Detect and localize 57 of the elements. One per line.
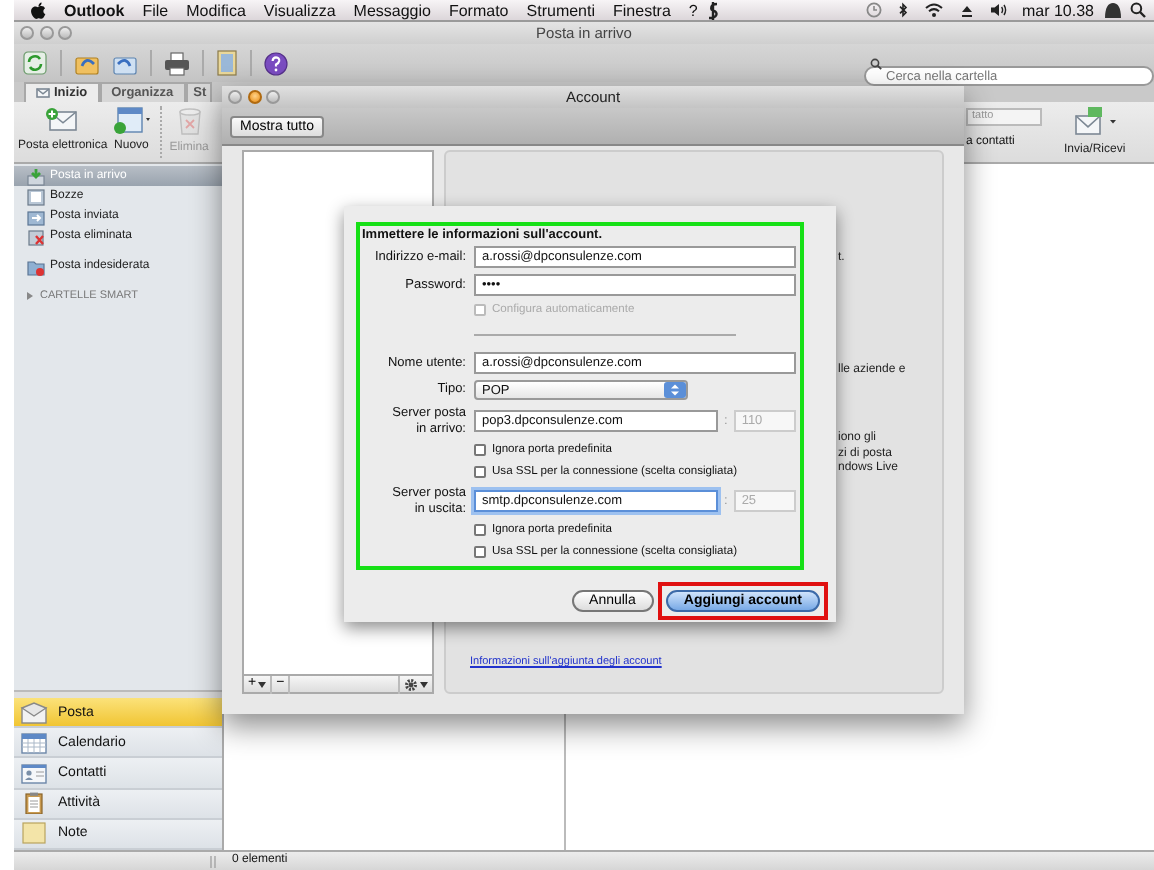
note-icon bbox=[20, 822, 48, 845]
new-item-icon bbox=[111, 106, 152, 134]
inbox-icon bbox=[26, 167, 46, 185]
checkbox[interactable] bbox=[474, 524, 486, 536]
script-icon[interactable] bbox=[706, 1, 721, 19]
draft-folder-icon bbox=[26, 187, 46, 205]
print-button[interactable] bbox=[164, 51, 190, 75]
sync-button[interactable] bbox=[22, 50, 48, 76]
menu-item[interactable]: Visualizza bbox=[254, 1, 345, 19]
undo-icon bbox=[74, 51, 100, 75]
send-receive-icon bbox=[1070, 106, 1119, 138]
reply-icon bbox=[112, 51, 138, 75]
junk-folder-icon bbox=[26, 257, 46, 275]
menu-item[interactable]: Finestra bbox=[604, 1, 680, 19]
gear-menu-button[interactable] bbox=[398, 675, 432, 693]
caret-icon bbox=[420, 681, 428, 687]
menu-item[interactable]: Modifica bbox=[177, 1, 255, 19]
menu-item[interactable]: Messaggio bbox=[344, 1, 440, 19]
wifi-icon[interactable] bbox=[923, 2, 944, 18]
help-button[interactable] bbox=[264, 51, 288, 75]
trash-icon bbox=[175, 106, 204, 136]
contact-card-icon bbox=[20, 762, 48, 785]
apple-icon[interactable] bbox=[30, 1, 46, 19]
trash-folder-icon bbox=[26, 227, 46, 245]
menu-item[interactable]: ? bbox=[679, 1, 707, 19]
eject-icon[interactable] bbox=[959, 3, 974, 17]
stepper-arrows-icon bbox=[664, 382, 686, 398]
caret-icon bbox=[258, 681, 267, 687]
notebook-icon bbox=[216, 50, 238, 76]
speaker-icon[interactable] bbox=[989, 2, 1008, 18]
resize-grip-icon bbox=[210, 855, 216, 867]
menu-item[interactable]: File bbox=[133, 1, 178, 19]
envelope-icon bbox=[20, 701, 48, 724]
search-icon[interactable] bbox=[1130, 2, 1146, 18]
menu-item[interactable]: Formato bbox=[439, 1, 518, 19]
calendar-icon bbox=[20, 731, 48, 754]
checkbox[interactable] bbox=[474, 466, 486, 478]
clipboard-icon bbox=[20, 792, 48, 815]
checkbox[interactable] bbox=[474, 444, 486, 456]
new-mail-icon bbox=[44, 106, 81, 134]
search-icon bbox=[870, 57, 882, 69]
help-icon bbox=[264, 51, 288, 75]
clock-icon[interactable] bbox=[865, 2, 882, 18]
checkbox[interactable] bbox=[474, 546, 486, 558]
sent-folder-icon bbox=[26, 207, 46, 225]
reply-all-button[interactable] bbox=[112, 51, 138, 75]
bluetooth-icon[interactable] bbox=[897, 2, 908, 18]
disclosure-triangle-icon bbox=[26, 292, 34, 300]
user-icon[interactable] bbox=[1104, 2, 1122, 18]
undo-button[interactable] bbox=[74, 51, 100, 75]
printer-icon bbox=[164, 51, 190, 75]
envelope-icon bbox=[36, 88, 50, 98]
gear-icon bbox=[404, 677, 418, 691]
menu-item[interactable]: Outlook bbox=[46, 1, 134, 19]
sync-icon bbox=[22, 50, 48, 76]
menu-item[interactable]: Strumenti bbox=[517, 1, 604, 19]
menu-clock[interactable]: mar 10.38 bbox=[1021, 1, 1094, 19]
